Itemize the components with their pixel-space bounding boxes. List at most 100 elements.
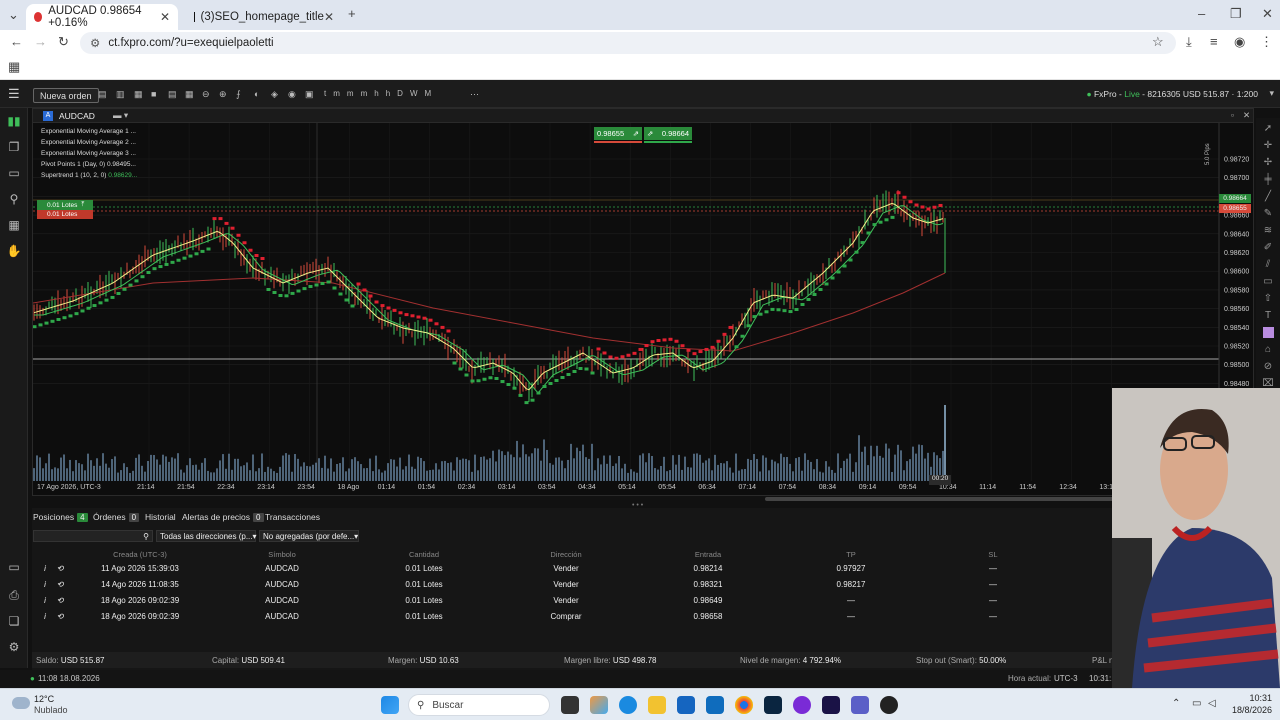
url-bar[interactable]: ⚙ ct.fxpro.com/?u=exequielpaoletti <box>80 32 1176 54</box>
group-filter-select[interactable]: No agregadas (por defe... ▾ <box>259 530 359 542</box>
tab-transactions[interactable]: Transacciones <box>265 512 320 522</box>
sell-position-label[interactable]: 0.01 Lotes <box>37 210 93 219</box>
tab-orders[interactable]: Órdenes 0 <box>93 512 140 522</box>
reload-icon[interactable]: ↻ <box>58 34 69 50</box>
trade-watch-icon[interactable]: ▮▮ <box>0 110 28 132</box>
markets-icon[interactable]: ▦ <box>0 214 28 236</box>
arrow-up-icon[interactable]: ⇧ <box>1256 290 1280 307</box>
timeframe-button[interactable]: m <box>347 89 354 98</box>
copilot-icon[interactable] <box>590 696 608 714</box>
profile-icon[interactable]: ◉ <box>1234 34 1245 50</box>
single-chart-icon[interactable]: ■ <box>151 89 156 99</box>
direction-filter-select[interactable]: Todas las direcciones (p... ▾ <box>156 530 257 542</box>
wallet-icon[interactable]: ▭ <box>0 162 28 184</box>
forward-icon[interactable]: → <box>34 34 47 49</box>
pencil-icon[interactable]: ✎ <box>1256 205 1280 222</box>
file-explorer-icon[interactable] <box>648 696 666 714</box>
col-created[interactable]: Creada (UTC-3) <box>80 550 200 559</box>
windows-start-icon[interactable] <box>381 696 399 714</box>
buy-position-label[interactable]: 0.01 Lotes ⤒ <box>37 200 93 210</box>
col-tp[interactable]: TP <box>801 550 901 559</box>
tab-price-alerts[interactable]: Alertas de precios 0 <box>182 512 264 522</box>
zoom-out-icon[interactable]: ⊖ <box>202 89 210 100</box>
tray-chevron-icon[interactable]: ⌃ <box>1172 698 1180 709</box>
chart-close-icon[interactable]: ✕ <box>1243 110 1250 121</box>
back-icon[interactable]: ← <box>10 34 23 49</box>
col-sl[interactable]: SL <box>943 550 1043 559</box>
layers-panel-icon[interactable]: ❏ <box>0 610 28 632</box>
modify-icon[interactable]: ⟲ <box>54 580 66 589</box>
volume-icon[interactable]: ◁ <box>1208 698 1216 709</box>
tab-list-icon[interactable]: ⌄ <box>8 7 19 23</box>
col-entry[interactable]: Entrada <box>658 550 758 559</box>
split-chart-icon[interactable]: ▤ <box>168 89 177 100</box>
chart-window[interactable]: A AUDCAD ▬ ▾ ▫ ✕ 0.987200.987000.986800.… <box>32 108 1254 501</box>
channel-icon[interactable]: ⫽ <box>1256 256 1280 273</box>
tile-chart-icon[interactable]: ▦ <box>185 89 194 100</box>
download-icon[interactable]: ⤓ <box>1186 34 1192 50</box>
position-row[interactable]: i ⟲ 18 Ago 2026 09:02:39 AUDCAD 0.01 Lotes Ve… <box>32 593 1112 609</box>
close-tab-icon[interactable]: ✕ <box>324 10 334 24</box>
fib-icon[interactable]: ≋ <box>1256 222 1280 239</box>
indicator-pivot[interactable]: Pivot Points 1 (Day, 0) 0.98495... <box>41 161 136 168</box>
magnet-icon[interactable]: ⌂ <box>1256 341 1280 358</box>
indicator-supertrend[interactable]: Supertrend 1 (10, 2, 0) 0.98629... <box>41 172 137 179</box>
eye-icon[interactable]: ◉ <box>288 89 296 100</box>
sell-price-box[interactable]: 0.98655 ⇗ <box>594 127 642 140</box>
cursor-icon[interactable]: ➚ <box>1256 120 1280 137</box>
lock-icon[interactable]: ⊘ <box>1256 358 1280 375</box>
modify-icon[interactable]: ⟲ <box>54 612 66 621</box>
buy-price-box[interactable]: ⇗ 0.98664 <box>644 127 692 140</box>
indicator-ema1[interactable]: Exponential Moving Average 1 ... <box>41 128 136 135</box>
edge-icon[interactable] <box>619 696 637 714</box>
tab-positions[interactable]: Posiciones 4 <box>33 512 88 522</box>
timeframe-button[interactable]: h <box>374 89 378 98</box>
print-icon[interactable]: ⎙ <box>0 584 28 606</box>
chart-type-icon[interactable]: ▤ <box>98 89 107 100</box>
sentiment-icon[interactable]: ◐ <box>254 89 259 99</box>
weather-cloud-icon[interactable] <box>12 697 30 709</box>
indicators-icon[interactable]: ⨍ <box>236 89 241 100</box>
account-info[interactable]: ● FxPro - Live - 8216305 USD 515.87 · 1:… <box>1086 89 1258 99</box>
weather-desc[interactable]: Nublado <box>34 705 68 715</box>
info-icon[interactable]: i <box>40 596 50 605</box>
canva-icon[interactable] <box>793 696 811 714</box>
search-icon[interactable]: ⚲ <box>0 188 28 210</box>
timeframe-button[interactable]: h <box>386 89 390 98</box>
close-tab-icon[interactable]: ✕ <box>160 10 170 24</box>
text-tool-icon[interactable]: T <box>1256 307 1280 324</box>
color-picker-icon[interactable] <box>1256 324 1280 341</box>
timeframe-button[interactable]: t <box>324 89 326 98</box>
bookmark-star-icon[interactable]: ☆ <box>1152 34 1164 50</box>
copy-icon[interactable]: ❐ <box>0 136 28 158</box>
chart-layout-icon[interactable]: ▬ ▾ <box>113 110 128 121</box>
maximize-icon[interactable]: ❐ <box>1230 6 1242 22</box>
info-icon[interactable]: i <box>40 612 50 621</box>
tab-history[interactable]: Historial <box>145 512 176 522</box>
store-icon[interactable] <box>706 696 724 714</box>
template-icon[interactable]: ▣ <box>305 89 314 100</box>
minimize-icon[interactable]: – <box>1198 6 1205 21</box>
chart-canvas[interactable]: 0.987200.987000.986800.986600.986400.986… <box>33 123 1253 495</box>
brush-icon[interactable]: ✐ <box>1256 239 1280 256</box>
info-icon[interactable]: i <box>40 580 50 589</box>
teams-icon[interactable] <box>851 696 869 714</box>
lightroom-icon[interactable] <box>764 696 782 714</box>
apps-grid-icon[interactable]: ▦ <box>8 59 20 75</box>
hamburger-menu-icon[interactable]: ☰ <box>8 86 20 102</box>
pointer-icon[interactable]: ✢ <box>1256 154 1280 171</box>
trendline-icon[interactable]: ╱ <box>1256 188 1280 205</box>
new-tab-icon[interactable]: + <box>348 6 356 21</box>
browser-tab-audcad[interactable]: AUDCAD 0.98654 +0.16% ✕ <box>26 4 178 30</box>
messages-icon[interactable]: ▭ <box>0 556 28 578</box>
strategy-icon[interactable]: ✋ <box>0 240 28 262</box>
layers-icon[interactable]: ◈ <box>271 89 278 100</box>
outlook-icon[interactable] <box>677 696 695 714</box>
taskbar-date[interactable]: 18/8/2026 <box>1220 705 1272 715</box>
site-info-icon[interactable]: ⚙ <box>90 36 100 50</box>
browser-menu-icon[interactable]: ⋮ <box>1260 34 1273 50</box>
network-icon[interactable]: ▭ <box>1192 698 1201 709</box>
modify-icon[interactable]: ⟲ <box>54 564 66 573</box>
zoom-in-icon[interactable]: ⊕ <box>219 89 227 100</box>
reading-list-icon[interactable]: ≡ <box>1210 34 1218 49</box>
